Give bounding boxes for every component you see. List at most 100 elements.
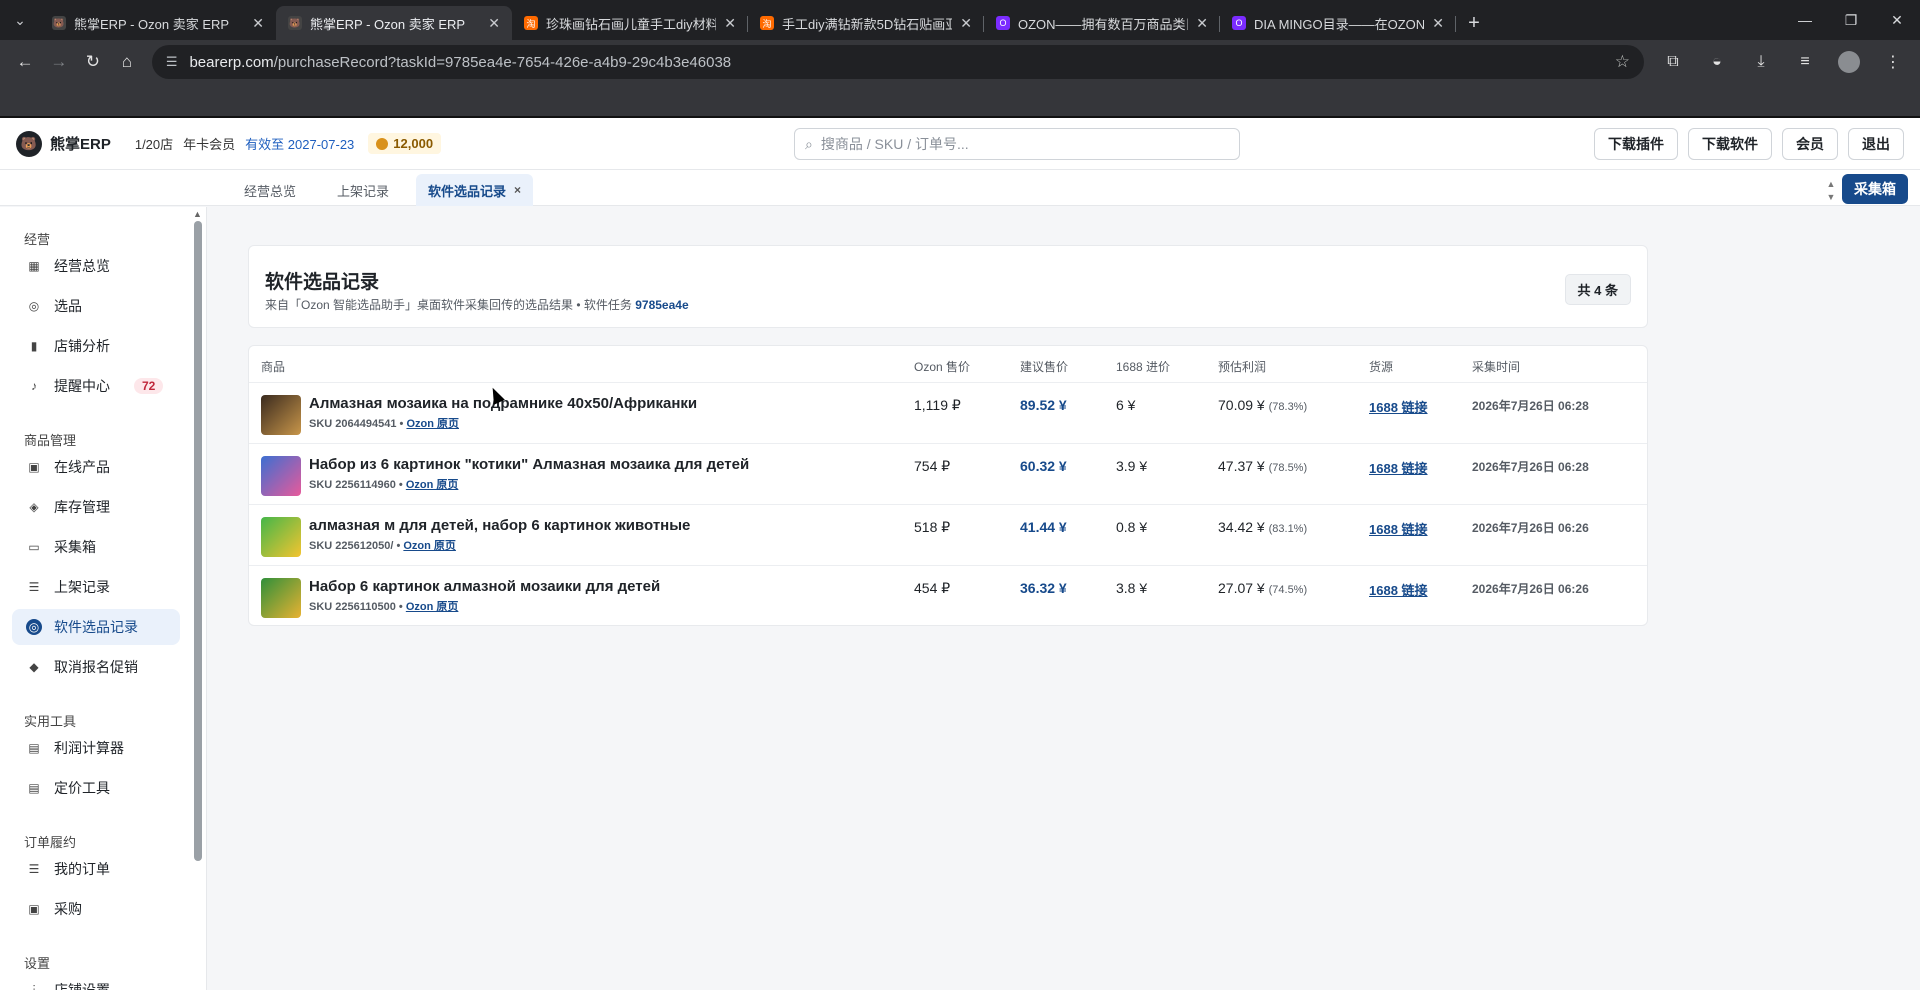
close-window-icon[interactable]: ✕ — [1874, 0, 1920, 40]
tab-overview[interactable]: 经营总览 — [232, 174, 308, 206]
tab-close-icon[interactable]: ✕ — [252, 15, 264, 32]
sidebar-item[interactable]: ◎ 软件选品记录 — [12, 609, 180, 645]
download-icon[interactable]: ⤓ — [1742, 45, 1780, 79]
download-software-button[interactable]: 下载软件 — [1688, 128, 1772, 160]
sidebar-item-label: 选品 — [54, 298, 82, 314]
home-icon[interactable]: ⌂ — [110, 45, 144, 79]
ozon-page-link[interactable]: Ozon 原页 — [406, 418, 459, 430]
product-name[interactable]: алмазная м для детей, набор 6 картинок ж… — [309, 517, 690, 534]
source-link[interactable]: 1688 链接 — [1369, 519, 1428, 538]
profile-avatar[interactable] — [1837, 51, 1860, 73]
sidebar-item[interactable]: ◎ 选品 — [12, 288, 180, 324]
browser-tab[interactable]: O OZON——拥有数百万商品类目 ✕ — [984, 6, 1220, 40]
sidebar-item[interactable]: ▤ 定价工具 — [12, 770, 180, 806]
bookmark-star-icon[interactable]: ☆ — [1615, 52, 1630, 72]
ozon-page-link[interactable]: Ozon 原页 — [406, 479, 459, 491]
scroll-up-icon[interactable]: ▲ — [193, 209, 202, 219]
source-link[interactable]: 1688 链接 — [1369, 580, 1428, 599]
tab-listing-records[interactable]: 上架记录 — [325, 174, 401, 206]
column-header: Ozon 售价 — [914, 360, 971, 374]
favicon-icon: 🐻 — [288, 16, 302, 30]
sidebar-item[interactable]: ☰ 上架记录 — [12, 569, 180, 605]
product-name[interactable]: Набор из 6 картинок "котики" Алмазная мо… — [309, 456, 749, 473]
browser-tab[interactable]: O DIA MINGO目录——在OZON ✕ — [1220, 6, 1456, 40]
sidebar-item[interactable]: ♪ 提醒中心 72 — [12, 368, 180, 404]
suggested-price: 60.32 ¥ — [1020, 458, 1067, 474]
grid-icon: ▦ — [28, 259, 40, 273]
browser-tab[interactable]: 🐻 熊掌ERP - Ozon 卖家 ERP ✕ — [276, 6, 512, 40]
sidebar-item[interactable]: ▤ 利润计算器 — [12, 730, 180, 766]
membership-button[interactable]: 会员 — [1782, 128, 1838, 160]
browser-tab[interactable]: 淘 手工diy满钻新款5D钻石贴画亚 ✕ — [748, 6, 984, 40]
sidebar-item[interactable]: ◆ 取消报名促销 — [12, 649, 180, 685]
incognito-icon[interactable]: ◒ — [1698, 45, 1736, 79]
source-link[interactable]: 1688 链接 — [1369, 397, 1428, 416]
tab-search-icon[interactable]: ⌄ — [0, 0, 40, 40]
store-count: 1/20店 — [134, 137, 174, 152]
global-search-input[interactable]: ⌕ 搜商品 / SKU / 订单号... — [794, 128, 1240, 160]
tab-close-icon[interactable]: ✕ — [724, 15, 736, 32]
sidebar-item[interactable]: ▣ 在线产品 — [12, 449, 180, 485]
ozon-price: 754 ₽ — [914, 458, 951, 474]
suggested-price: 89.52 ¥ — [1020, 397, 1067, 413]
tab-close-icon[interactable]: ✕ — [488, 15, 500, 32]
tab-close-icon[interactable]: × — [514, 183, 521, 197]
new-tab-button[interactable]: + — [1456, 6, 1492, 40]
product-thumbnail[interactable] — [261, 395, 301, 435]
sidebar-item[interactable]: ▦ 经营总览 — [12, 248, 180, 284]
restore-icon[interactable]: ❐ — [1828, 0, 1874, 40]
sidebar-item[interactable]: ☰ 我的订单 — [12, 851, 180, 887]
collect-time: 2026年7月26日 06:26 — [1472, 582, 1589, 596]
tab-title: 熊掌ERP - Ozon 卖家 ERP — [74, 16, 230, 32]
column-header: 商品 — [261, 360, 286, 374]
product-thumbnail[interactable] — [261, 456, 301, 496]
search-icon: ⌕ — [805, 135, 813, 152]
suggested-price: 41.44 ¥ — [1020, 519, 1067, 535]
tab-software-selection[interactable]: 软件选品记录 × — [416, 174, 534, 206]
product-thumbnail[interactable] — [261, 578, 301, 618]
media-icon[interactable]: ≡ — [1786, 45, 1824, 79]
sidebar-item[interactable]: ▮ 店铺分析 — [12, 328, 180, 364]
sidebar-item[interactable]: ▣ 采购 — [12, 891, 180, 927]
logout-button[interactable]: 退出 — [1848, 128, 1904, 160]
brand-name[interactable]: 熊掌ERP — [50, 133, 111, 154]
bear-logo-icon[interactable]: 🐻 — [16, 130, 42, 157]
calculator-icon: ▤ — [28, 741, 40, 755]
tab-close-icon[interactable]: ✕ — [1432, 15, 1444, 32]
sidebar-item-label: 上架记录 — [54, 579, 110, 595]
tab-close-icon[interactable]: ✕ — [960, 15, 972, 32]
tab-label: 软件选品记录 — [428, 183, 507, 199]
ozon-page-link[interactable]: Ozon 原页 — [403, 540, 456, 552]
summary-card: 软件选品记录 来自「Ozon 智能选品助手」桌面软件采集回传的选品结果 • 软件… — [248, 245, 1648, 328]
menu-kebab-icon[interactable]: ⋮ — [1874, 45, 1912, 79]
minimize-icon[interactable]: — — [1782, 0, 1828, 40]
records-table: 商品 Ozon 售价 建议售价 1688 进价 预估利润 货源 采集时间 Алм… — [248, 345, 1648, 626]
ozon-price: 1,119 ₽ — [914, 397, 961, 413]
tab-close-icon[interactable]: ✕ — [1196, 15, 1208, 32]
target-icon: ◎ — [26, 619, 42, 635]
address-bar[interactable]: ☰ bearerp.com/purchaseRecord?taskId=9785… — [151, 45, 1644, 79]
reload-icon[interactable]: ↻ — [76, 45, 110, 79]
sidebar-item[interactable]: ⫶ 店铺设置 — [12, 972, 180, 990]
sidebar-item[interactable]: ▭ 采集箱 — [12, 529, 180, 565]
browser-tab[interactable]: 🐻 熊掌ERP - Ozon 卖家 ERP ✕ — [40, 6, 276, 40]
ozon-page-link[interactable]: Ozon 原页 — [406, 601, 459, 613]
back-icon[interactable]: ← — [8, 45, 42, 79]
record-count-badge: 共 4 条 — [1564, 274, 1631, 305]
sidebar-scrollbar[interactable] — [194, 221, 202, 861]
extensions-icon[interactable]: ⧉ — [1654, 45, 1692, 79]
sidebar-group-label: 实用工具 — [24, 714, 77, 729]
forward-icon[interactable]: → — [42, 45, 76, 79]
site-info-icon[interactable]: ☰ — [166, 54, 178, 70]
browser-tab[interactable]: 淘 珍珠画钻石画儿童手工diy材料包 ✕ — [512, 6, 748, 40]
source-link[interactable]: 1688 链接 — [1369, 458, 1428, 477]
url-host: bearerp.com — [189, 53, 274, 71]
favicon-icon: O — [1232, 16, 1246, 30]
product-name[interactable]: Набор 6 картинок алмазной мозаики для де… — [309, 578, 660, 595]
collect-time: 2026年7月26日 06:26 — [1472, 521, 1589, 535]
download-plugin-button[interactable]: 下载插件 — [1594, 128, 1678, 160]
sidebar-item[interactable]: ◈ 库存管理 — [12, 489, 180, 525]
collect-box-button[interactable]: 采集箱 — [1842, 174, 1908, 204]
tabs-scroll-arrows-icon[interactable]: ▲ ▼ — [1826, 178, 1836, 204]
product-thumbnail[interactable] — [261, 517, 301, 557]
